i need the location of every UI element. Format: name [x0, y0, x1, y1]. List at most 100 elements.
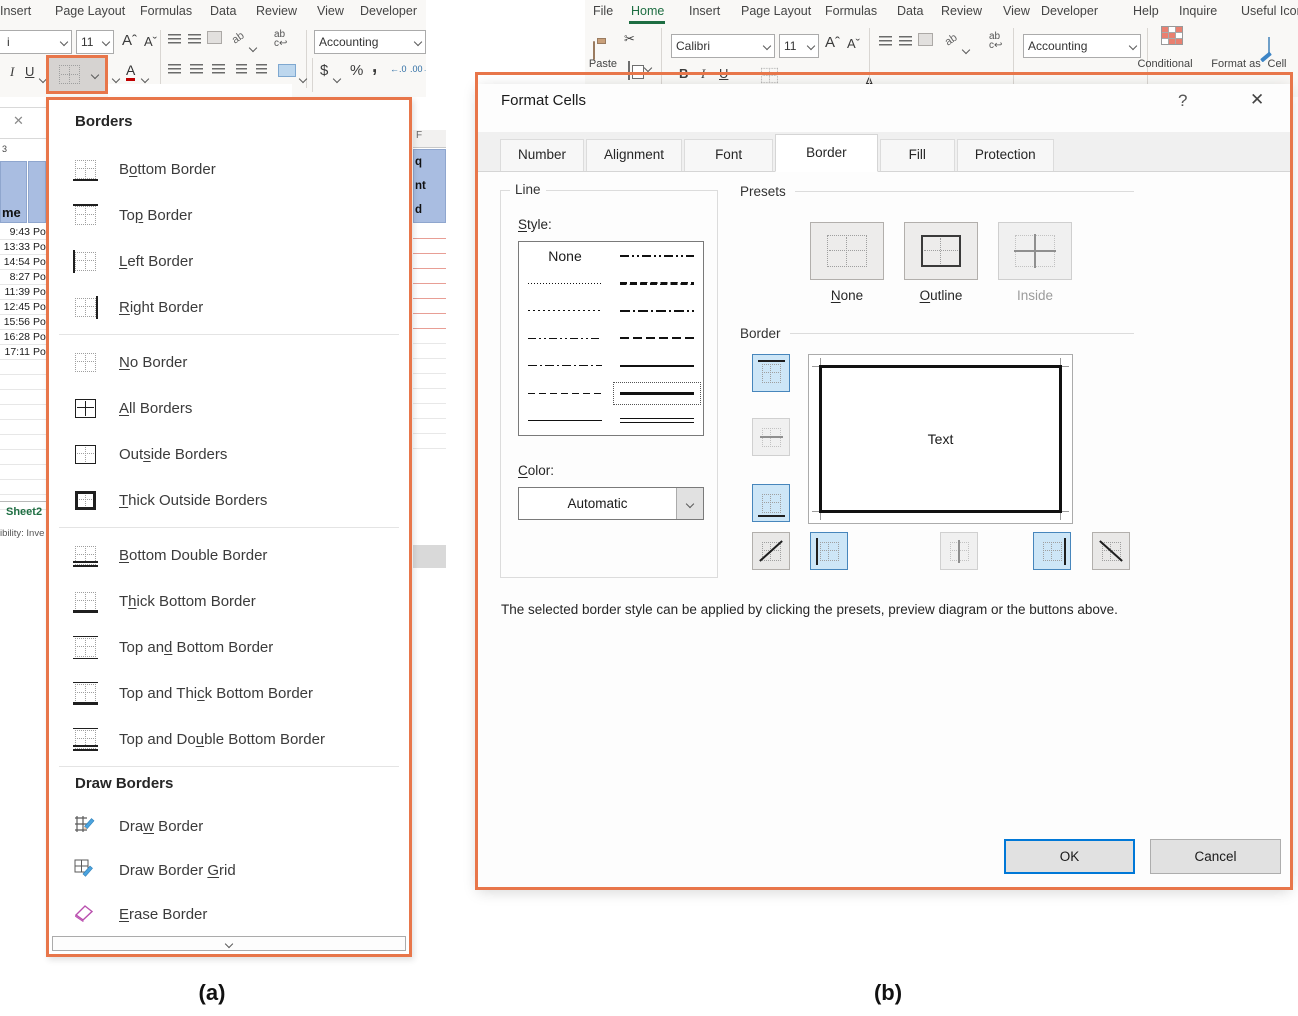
align-bottom-icon[interactable]	[919, 34, 932, 45]
menu-item-left-border[interactable]: Left Border	[49, 238, 409, 284]
menu-item-right-border[interactable]: Right Border	[49, 284, 409, 330]
cancel-button[interactable]: Cancel	[1150, 839, 1281, 874]
grow-font-button[interactable]: Aˆ	[825, 34, 840, 51]
paste-button-label[interactable]: Paste	[585, 58, 621, 70]
align-bottom-icon[interactable]	[208, 32, 221, 43]
align-top-icon[interactable]	[168, 34, 181, 45]
decrease-indent-icon[interactable]	[236, 64, 247, 75]
italic-button[interactable]: I	[701, 66, 705, 82]
line-style-dash-dot-dot[interactable]	[519, 325, 611, 353]
align-middle-icon[interactable]	[899, 36, 912, 47]
orientation-button[interactable]: ab	[943, 32, 960, 49]
tab-review[interactable]: Review	[941, 4, 982, 18]
tab-file[interactable]: File	[593, 4, 613, 18]
align-top-icon[interactable]	[879, 36, 892, 47]
tab-formulas[interactable]: Formulas	[825, 4, 877, 18]
menu-item-top-and-double-bottom-border[interactable]: Top and Double Bottom Border	[49, 716, 409, 762]
border-bottom-button[interactable]	[752, 484, 790, 522]
line-style-hairline[interactable]	[519, 270, 611, 298]
menu-scroll-down[interactable]	[52, 936, 406, 951]
conditional-formatting-icon[interactable]	[1161, 26, 1183, 45]
font-size-combo[interactable]: 11	[779, 34, 819, 58]
line-style-med-dash-dot[interactable]	[611, 297, 703, 325]
line-style-slant-dash[interactable]	[611, 270, 703, 298]
menu-item-thick-bottom-border[interactable]: Thick Bottom Border	[49, 578, 409, 624]
menu-item-bottom-double-border[interactable]: Bottom Double Border	[49, 532, 409, 578]
line-style-dash-dot[interactable]	[519, 352, 611, 380]
decrease-decimal-button[interactable]: .00→	[410, 64, 426, 74]
menu-item-thick-outside-borders[interactable]: Thick Outside Borders	[49, 477, 409, 523]
shrink-font-button[interactable]: Aˇ	[144, 34, 157, 49]
border-diagonal-down-button[interactable]	[1092, 532, 1130, 570]
font-name-combo[interactable]: i	[0, 30, 72, 54]
border-top-button[interactable]	[752, 354, 790, 392]
left-tab-data[interactable]: Data	[210, 4, 236, 18]
tab-developer[interactable]: Developer	[1041, 4, 1098, 18]
conditional-formatting-label[interactable]: Conditional	[1133, 58, 1197, 70]
tab-home[interactable]: Home	[631, 4, 664, 18]
left-tab-review[interactable]: Review	[256, 4, 297, 18]
font-color-button[interactable]: A	[126, 62, 135, 78]
line-style-dashed[interactable]	[519, 380, 611, 408]
increase-decimal-button[interactable]: ←.0	[390, 64, 407, 74]
left-tab-insert[interactable]: Insert	[0, 4, 31, 18]
border-right-button[interactable]	[1033, 532, 1071, 570]
preset-outline-button[interactable]	[904, 222, 978, 280]
tab-fill[interactable]: Fill	[880, 139, 955, 171]
orientation-button[interactable]: ab	[230, 30, 247, 47]
left-tab-formulas[interactable]: Formulas	[140, 4, 192, 18]
border-left-button[interactable]	[810, 532, 848, 570]
merge-center-button[interactable]	[278, 64, 296, 77]
border-diagonal-up-button[interactable]	[752, 532, 790, 570]
shrink-font-button[interactable]: Aˇ	[847, 36, 860, 51]
menu-item-outside-borders[interactable]: Outside Borders	[49, 431, 409, 477]
wrap-text-button[interactable]: abc↩	[989, 32, 1002, 50]
ok-button[interactable]: OK	[1004, 839, 1135, 874]
percent-style-button[interactable]: %	[350, 62, 363, 79]
tab-font[interactable]: Font	[684, 139, 773, 171]
grow-font-button[interactable]: Aˆ	[122, 32, 137, 49]
cancel-entry-icon[interactable]: ✕	[13, 113, 24, 129]
line-style-thick-selected[interactable]	[611, 380, 703, 408]
sheet-tab[interactable]: Sheet2	[6, 506, 42, 518]
underline-button[interactable]: U	[25, 64, 34, 79]
border-middle-horizontal-button[interactable]	[752, 418, 790, 456]
tab-border[interactable]: Border	[775, 134, 878, 172]
chevron-down-icon[interactable]	[250, 38, 256, 56]
tab-number[interactable]: Number	[500, 139, 584, 171]
tab-data[interactable]: Data	[897, 4, 923, 18]
cut-scissors-icon[interactable]: ✂	[624, 31, 635, 47]
copy-icon[interactable]	[628, 61, 630, 80]
bold-button[interactable]: B	[679, 66, 688, 81]
left-tab-view[interactable]: View	[317, 4, 344, 18]
chevron-down-icon[interactable]	[334, 69, 340, 87]
tab-insert[interactable]: Insert	[689, 4, 720, 18]
font-size-combo[interactable]: 11	[76, 30, 114, 54]
align-center-icon[interactable]	[190, 64, 203, 75]
tab-view[interactable]: View	[1003, 4, 1030, 18]
number-format-combo[interactable]: Accounting	[314, 30, 426, 54]
color-dropdown-arrow[interactable]	[676, 488, 703, 519]
line-style-dotted[interactable]	[519, 297, 611, 325]
close-icon[interactable]: ✕	[1250, 90, 1264, 110]
tab-protection[interactable]: Protection	[957, 139, 1054, 171]
number-format-combo[interactable]: Accounting	[1023, 34, 1141, 58]
menu-item-draw-border-grid[interactable]: Draw Border Grid	[49, 848, 409, 892]
tab-help[interactable]: Help	[1133, 4, 1159, 18]
left-tab-page-layout[interactable]: Page Layout	[55, 4, 125, 18]
left-tab-developer[interactable]: Developer	[360, 4, 417, 18]
chevron-down-icon[interactable]	[645, 58, 651, 76]
borders-button-icon[interactable]	[760, 66, 780, 84]
line-style-none[interactable]: None	[519, 242, 611, 270]
wrap-text-button[interactable]: abc↩	[274, 30, 287, 48]
color-dropdown[interactable]: Automatic	[518, 487, 704, 520]
menu-item-bottom-border[interactable]: Bottom Border	[49, 146, 409, 192]
line-style-thin[interactable]	[519, 407, 611, 435]
help-icon[interactable]: ?	[1178, 91, 1187, 111]
border-middle-vertical-button[interactable]	[940, 532, 978, 570]
menu-item-top-and-thick-bottom-border[interactable]: Top and Thick Bottom Border	[49, 670, 409, 716]
menu-item-top-border[interactable]: Top Border	[49, 192, 409, 238]
menu-item-draw-border[interactable]: Draw Border	[49, 804, 409, 848]
tab-inquire[interactable]: Inquire	[1179, 4, 1217, 18]
format-as-table-icon[interactable]	[1268, 37, 1270, 56]
